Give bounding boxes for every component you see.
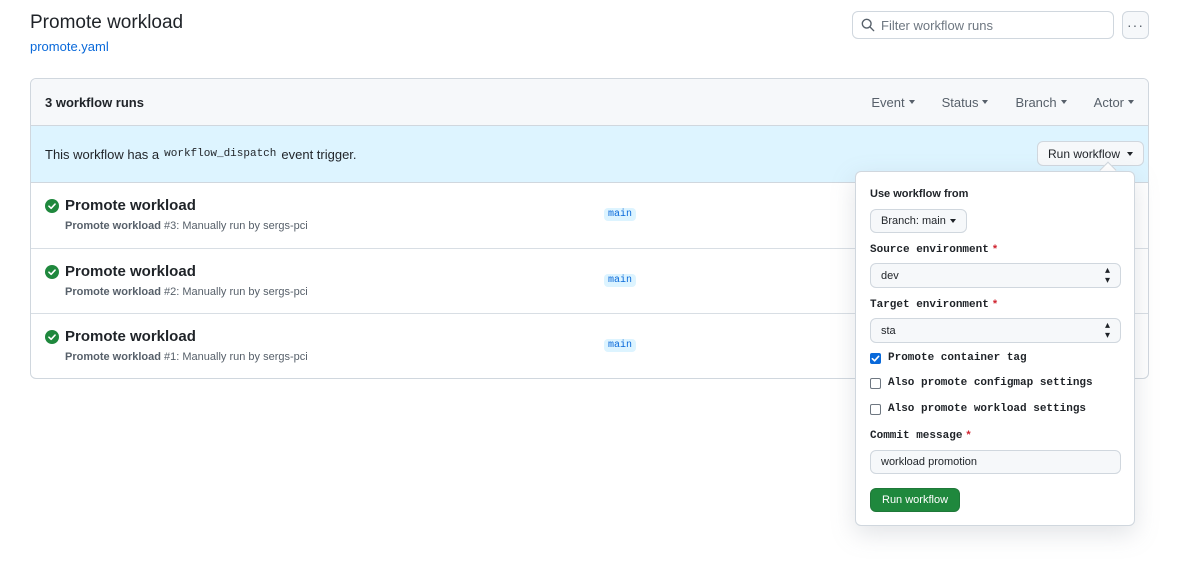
run-title[interactable]: Promote workload — [65, 328, 196, 345]
checkbox-checked-icon[interactable] — [870, 352, 881, 364]
dispatch-code: workflow_dispatch — [164, 148, 277, 160]
branch-label[interactable]: main — [604, 273, 637, 287]
branch-label[interactable]: main — [604, 208, 637, 221]
checkbox-unchecked-icon[interactable] — [870, 403, 881, 415]
caret-down-icon — [982, 100, 989, 104]
required-mark: * — [966, 429, 971, 441]
check-circle-fill-icon — [45, 330, 59, 344]
run-title[interactable]: Promote workload — [65, 263, 196, 280]
required-mark: * — [992, 243, 998, 255]
target-environment-label: Target environment * — [870, 298, 998, 311]
check-circle-fill-icon — [45, 264, 59, 279]
filter-status[interactable]: Status — [942, 95, 989, 110]
caret-down-icon — [1127, 151, 1134, 156]
promote-workload-settings-checkbox[interactable]: Also promote workload settings — [870, 403, 1086, 415]
check-circle-fill-icon — [45, 199, 59, 213]
filter-actor[interactable]: Actor — [1094, 95, 1134, 110]
promote-container-tag-checkbox[interactable]: Promote container tag — [870, 352, 1027, 364]
run-workflow-dropdown-button[interactable]: Run workflow — [1037, 141, 1145, 166]
filter-runs-search[interactable] — [852, 11, 1114, 39]
filter-branch[interactable]: Branch — [1015, 95, 1067, 110]
caret-down-icon — [1060, 100, 1067, 104]
run-workflow-popover: Use workflow from Branch: main Source en… — [855, 171, 1135, 526]
filter-runs-input[interactable] — [881, 17, 1101, 33]
dispatch-text-prefix: This workflow has a — [45, 146, 160, 162]
run-meta: Promote workload #1: Manually run by ser… — [65, 351, 308, 363]
caret-down-icon — [908, 100, 915, 104]
run-meta: Promote workload #2: Manually run by ser… — [65, 285, 308, 298]
caret-down-icon — [949, 219, 956, 223]
branch-label[interactable]: main — [604, 339, 637, 352]
caret-down-icon — [1128, 100, 1134, 104]
source-environment-select[interactable]: dev ▴︎ ▾︎ — [870, 263, 1121, 288]
page-title: Promote workload — [30, 12, 184, 33]
runs-count: 3 workflow runs — [45, 94, 144, 110]
run-title[interactable]: Promote workload — [65, 197, 196, 214]
required-mark: * — [992, 298, 998, 310]
runs-header: 3 workflow runs Event Status Branch Acto… — [31, 79, 1148, 126]
filter-event[interactable]: Event — [871, 95, 915, 110]
search-icon — [861, 18, 875, 32]
workflow-file-link[interactable]: promote.yaml — [30, 39, 109, 54]
use-workflow-from-label: Use workflow from — [870, 188, 969, 200]
run-workflow-submit-button[interactable]: Run workflow — [870, 488, 961, 512]
checkbox-unchecked-icon[interactable] — [870, 377, 881, 389]
source-environment-label: Source environment * — [870, 243, 998, 256]
select-arrows-icon: ▴︎ ▾︎ — [1104, 264, 1110, 286]
commit-message-input[interactable]: workload promotion — [870, 450, 1121, 474]
kebab-horizontal-icon[interactable]: ··· — [1122, 11, 1149, 39]
commit-message-label: Commit message * — [870, 429, 971, 442]
target-environment-select[interactable]: sta ▴︎ ▾︎ — [870, 318, 1121, 343]
run-meta: Promote workload #3: Manually run by ser… — [65, 220, 308, 232]
promote-configmap-checkbox[interactable]: Also promote configmap settings — [870, 377, 1093, 389]
dispatch-text-suffix: event trigger. — [281, 146, 357, 162]
select-arrows-icon: ▴︎ ▾︎ — [1104, 319, 1110, 341]
branch-select-button[interactable]: Branch: main — [870, 209, 967, 233]
